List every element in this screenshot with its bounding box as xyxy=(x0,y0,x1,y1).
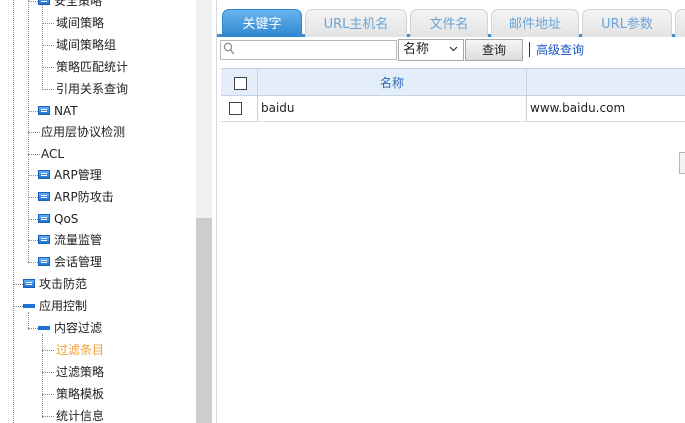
folder-icon xyxy=(38,257,50,266)
tree-item-arp-management[interactable]: ARP管理 xyxy=(54,164,102,186)
search-field-value: 名称 xyxy=(403,42,430,57)
tree-item-policy-template[interactable]: 策略模板 xyxy=(56,383,104,405)
tree-branch xyxy=(13,306,23,307)
tree-branch xyxy=(28,240,38,241)
collapse-handle[interactable] xyxy=(679,152,685,174)
tree-branch xyxy=(28,175,38,176)
tab-filename[interactable]: 文件名 xyxy=(410,9,488,37)
tree-item-content-filter[interactable]: 内容过滤 xyxy=(54,317,102,339)
tree-branch xyxy=(28,262,38,263)
open-folder-icon xyxy=(23,304,35,308)
tree-branch xyxy=(13,284,23,285)
tree-item-zone-policy[interactable]: 域间策略 xyxy=(56,12,104,34)
tree-item-arp-anti-attack[interactable]: ARP防攻击 xyxy=(54,186,114,208)
query-button[interactable]: 查询 xyxy=(465,39,523,61)
tree-branch xyxy=(28,197,38,198)
tree-item-acl[interactable]: ACL xyxy=(41,143,64,165)
tree-item-traffic-policing[interactable]: 流量监管 xyxy=(54,229,102,251)
search-toolbar: 名称 查询 高级查询 xyxy=(217,37,685,65)
tree-branch xyxy=(42,372,54,373)
tree-branch xyxy=(42,394,54,395)
table-row[interactable]: baidu www.baidu.com xyxy=(221,96,685,122)
select-all-checkbox[interactable] xyxy=(234,77,247,90)
tree-branch xyxy=(28,328,38,329)
tab-bar: 关键字 URL主机名 文件名 邮件地址 URL参数 xyxy=(217,0,685,37)
search-input[interactable] xyxy=(237,41,395,59)
tree-scrollbar[interactable] xyxy=(196,0,212,423)
row-select-cell xyxy=(221,96,258,121)
tab-url-hostname[interactable]: URL主机名 xyxy=(305,9,407,37)
tree-item-zone-policy-group[interactable]: 域间策略组 xyxy=(56,34,116,56)
tree-item-filter-policy[interactable]: 过滤策略 xyxy=(56,361,104,383)
tree-branch xyxy=(28,132,40,133)
search-field-select[interactable]: 名称 xyxy=(398,39,464,61)
tree-branch xyxy=(42,45,54,46)
tree-item-nat[interactable]: NAT xyxy=(54,100,78,122)
tree-branch xyxy=(28,111,38,112)
folder-icon xyxy=(38,235,50,244)
tree-item-reference-query[interactable]: 引用关系查询 xyxy=(56,78,128,100)
row-name-cell: baidu xyxy=(258,96,527,121)
folder-icon xyxy=(38,214,50,223)
folder-icon xyxy=(38,0,50,5)
tree-guide-line xyxy=(28,0,29,262)
open-folder-icon xyxy=(38,326,50,330)
tree-item-filter-entries[interactable]: 过滤条目 xyxy=(56,339,104,361)
tree-branch xyxy=(42,416,54,417)
tree-branch xyxy=(28,1,38,2)
advanced-query-link[interactable]: 高级查询 xyxy=(536,42,584,58)
header-value-cell xyxy=(527,69,685,95)
header-select-cell xyxy=(221,69,258,95)
tree-item-session-management[interactable]: 会话管理 xyxy=(54,251,102,273)
row-value-cell: www.baidu.com xyxy=(527,96,685,121)
tree-branch xyxy=(28,154,40,155)
tree-item-security-policy[interactable]: 安全策略 xyxy=(54,0,102,12)
tree-branch xyxy=(42,23,54,24)
tree-guide-line xyxy=(13,0,14,423)
tree-item-attack-defense[interactable]: 攻击防范 xyxy=(39,273,87,295)
chevron-down-icon xyxy=(449,46,458,52)
row-name: baidu xyxy=(261,101,295,115)
tree-item-qos[interactable]: QoS xyxy=(54,208,78,230)
tab-keyword[interactable]: 关键字 xyxy=(222,9,302,37)
search-box[interactable] xyxy=(220,40,397,60)
search-icon xyxy=(223,42,235,55)
navigation-tree: 安全策略 域间策略 域间策略组 策略匹配统计 引用关系查询 NAT 应用层协议检… xyxy=(0,0,212,423)
tree-item-app-control[interactable]: 应用控制 xyxy=(39,295,87,317)
tab-more[interactable] xyxy=(675,9,685,37)
folder-icon xyxy=(38,106,50,115)
table-header: 名称 xyxy=(221,68,685,96)
tab-email-address[interactable]: 邮件地址 xyxy=(491,9,579,37)
tree-scrollbar-thumb[interactable] xyxy=(196,218,212,423)
tree-item-statistics[interactable]: 统计信息 xyxy=(56,405,104,423)
tree-branch xyxy=(42,350,54,351)
toolbar-separator xyxy=(529,42,530,57)
column-header-name[interactable]: 名称 xyxy=(258,69,526,97)
tree-guide-line xyxy=(42,334,43,418)
tree-item-app-protocol-detect[interactable]: 应用层协议检测 xyxy=(41,121,125,143)
content-panel: 关键字 URL主机名 文件名 邮件地址 URL参数 名称 查询 高级查询 名称 … xyxy=(216,0,685,423)
tab-url-parameter[interactable]: URL参数 xyxy=(582,9,672,37)
header-name-cell: 名称 xyxy=(258,69,527,95)
folder-icon xyxy=(38,192,50,201)
folder-icon xyxy=(38,170,50,179)
tree-item-policy-match-stats[interactable]: 策略匹配统计 xyxy=(56,56,128,78)
tree-branch xyxy=(28,219,38,220)
row-value: www.baidu.com xyxy=(530,101,626,115)
folder-icon xyxy=(23,279,35,288)
tree-branch xyxy=(42,67,54,68)
tree-branch xyxy=(42,89,54,90)
row-checkbox[interactable] xyxy=(229,102,242,115)
